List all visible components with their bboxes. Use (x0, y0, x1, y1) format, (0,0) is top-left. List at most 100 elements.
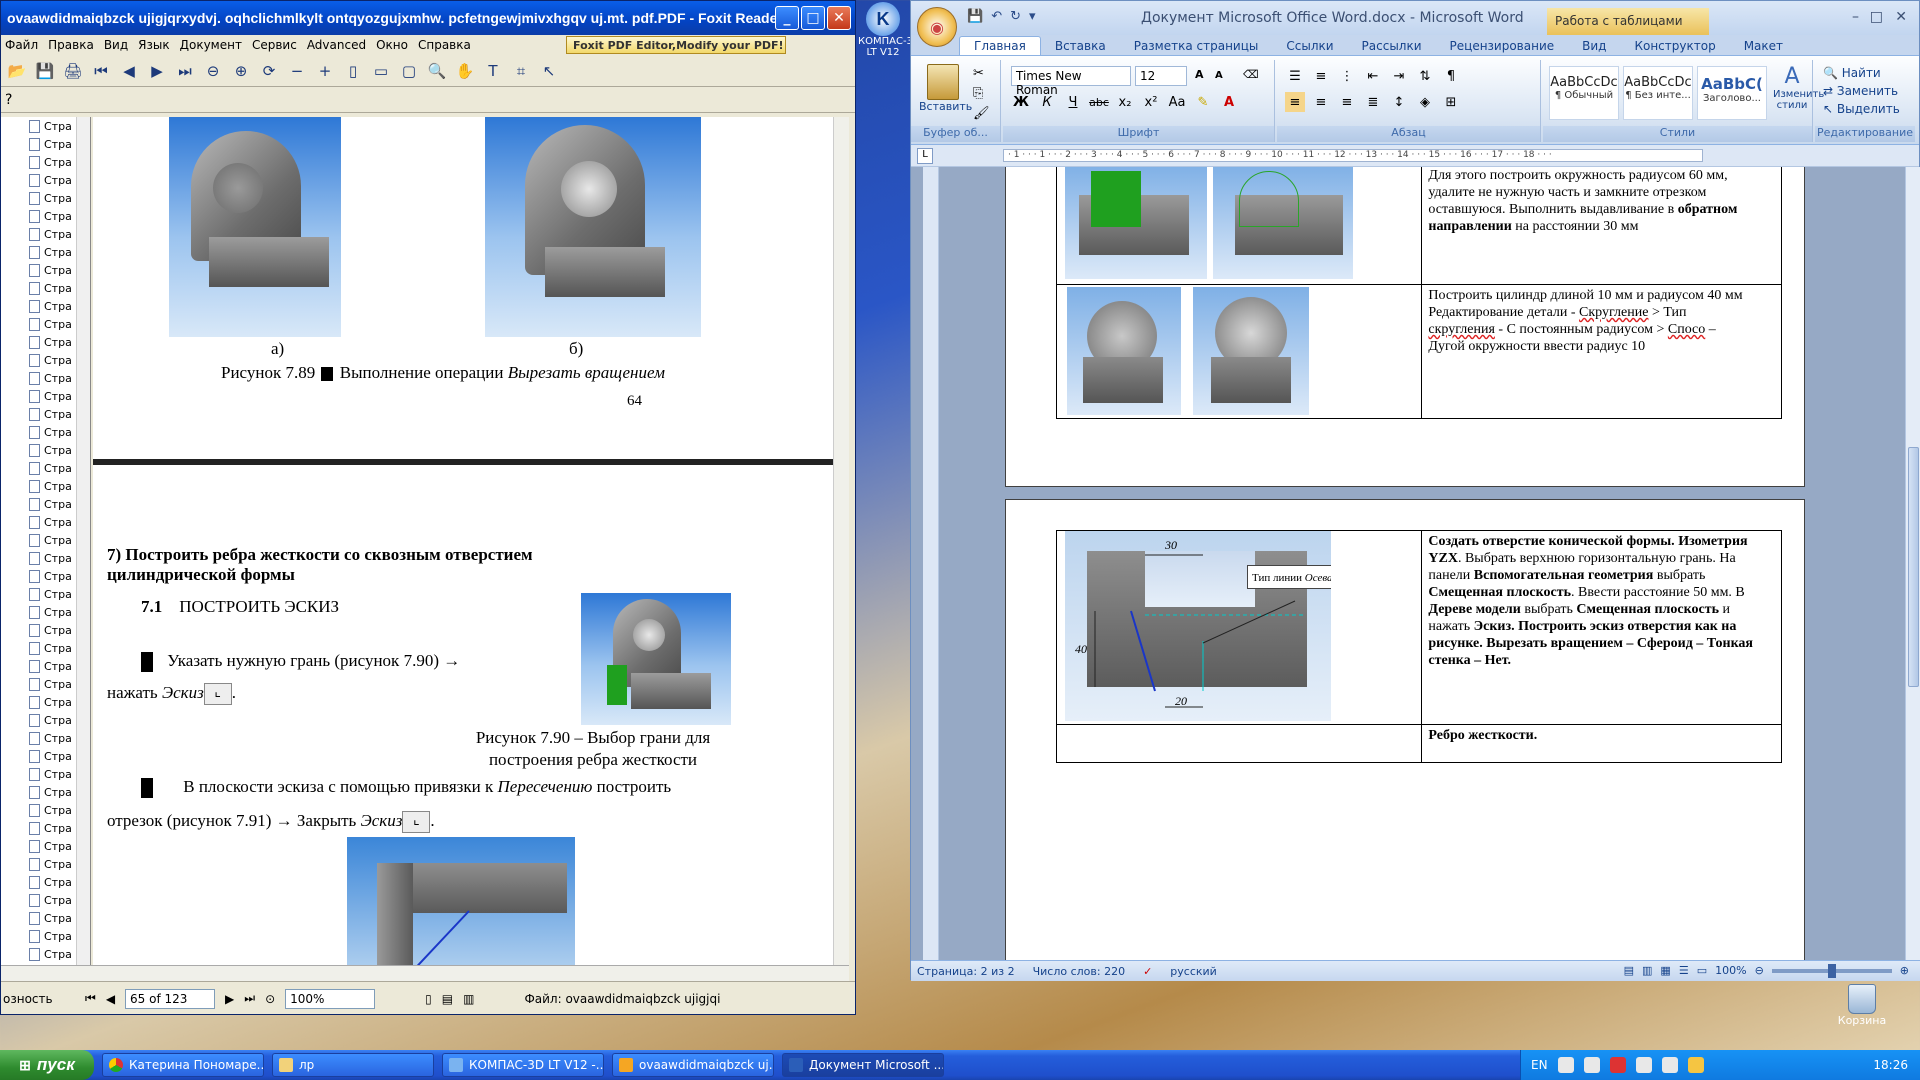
format-painter-icon[interactable]: 🖌 (973, 106, 990, 121)
tab-view[interactable]: Вид (1568, 37, 1620, 55)
help-icon[interactable]: ? (5, 92, 12, 108)
menu-window[interactable]: Окно (376, 38, 408, 52)
task-folder[interactable]: лр (272, 1053, 434, 1077)
recycle-bin-icon[interactable]: Корзина (1832, 984, 1892, 1027)
zoom-in-icon[interactable]: ⊕ (1900, 964, 1909, 977)
font-name-box[interactable]: Times New Roman (1011, 66, 1131, 97)
continuous-icon[interactable]: ▤ (442, 992, 453, 1006)
tab-design[interactable]: Конструктор (1620, 37, 1729, 55)
word-window[interactable]: ◉ 💾 ↶ ↻ ▾ Документ Microsoft Office Word… (910, 0, 1920, 981)
text-select-icon[interactable]: T (481, 59, 505, 83)
style-no-spacing[interactable]: AaBbCcDc ¶ Без инте... (1623, 66, 1693, 120)
minimize-button[interactable]: _ (775, 6, 799, 30)
menu-advanced[interactable]: Advanced (307, 38, 366, 52)
update-tray-icon[interactable] (1687, 1057, 1704, 1073)
prev-page-button[interactable]: ◀ (106, 992, 115, 1006)
foxit-title-bar[interactable]: ovaawdidmaiqbzck ujigjqrxydvj. oqhclichm… (1, 1, 855, 35)
select-icon[interactable]: ↖ (537, 59, 561, 83)
task-foxit[interactable]: ovaawdidmaiqbzck uj... (612, 1053, 774, 1077)
prev-page-icon[interactable]: ◀ (117, 59, 141, 83)
change-case-button[interactable]: Aa (1167, 92, 1187, 112)
pdf-horizontal-scrollbar[interactable] (1, 965, 849, 981)
menu-tools[interactable]: Сервис (252, 38, 297, 52)
close-button[interactable]: ✕ (827, 6, 851, 30)
hand-icon[interactable]: ✋ (453, 59, 477, 83)
strikethrough-button[interactable]: abc (1089, 92, 1109, 112)
tab-layout[interactable]: Макет (1730, 37, 1797, 55)
numbering-icon[interactable]: ≡ (1311, 66, 1331, 86)
status-page[interactable]: Страница: 2 из 2 (917, 965, 1015, 978)
office-button[interactable]: ◉ (917, 7, 957, 47)
tab-selector-icon[interactable]: L (917, 148, 933, 164)
save-icon[interactable]: 💾 (33, 59, 57, 83)
close-button[interactable]: ✕ (1895, 9, 1907, 25)
status-words[interactable]: Число слов: 220 (1033, 965, 1126, 978)
style-heading[interactable]: AaBbC( Заголово... (1697, 66, 1767, 120)
superscript-button[interactable]: x² (1141, 92, 1161, 112)
cut-icon[interactable]: ✂ (973, 66, 984, 81)
minimize-button[interactable]: – (1852, 9, 1859, 25)
first-page-icon[interactable]: ⏮ (89, 59, 113, 83)
pdf-vertical-scrollbar[interactable] (833, 117, 849, 965)
task-word[interactable]: Документ Microsoft ... (782, 1053, 944, 1077)
pdf-document-view[interactable]: а) б) Рисунок 7.89 Выполнение операции В… (93, 117, 839, 965)
open-icon[interactable]: 📂 (5, 59, 29, 83)
view-web-icon[interactable]: ▦ (1660, 964, 1670, 977)
borders-icon[interactable]: ⊞ (1441, 92, 1461, 112)
facing-icon[interactable]: ▥ (463, 992, 474, 1006)
zoom-slider[interactable] (1771, 963, 1892, 978)
multilevel-list-icon[interactable]: ⋮ (1337, 66, 1357, 86)
menu-language[interactable]: Язык (138, 38, 169, 52)
tab-home[interactable]: Главная (959, 36, 1041, 55)
page-number-input[interactable]: 65 of 123 (125, 988, 216, 1009)
bullets-icon[interactable]: ☰ (1285, 66, 1305, 86)
view-print-layout-icon[interactable]: ▤ (1624, 964, 1634, 977)
fit-width-icon[interactable]: ▭ (369, 59, 393, 83)
fit-page-icon[interactable]: ▢ (397, 59, 421, 83)
align-left-icon[interactable]: ≡ (1285, 92, 1305, 112)
single-page-icon[interactable]: ▯ (425, 992, 432, 1006)
tab-mailings[interactable]: Рассылки (1348, 37, 1436, 55)
subscript-button[interactable]: x₂ (1115, 92, 1135, 112)
menu-file[interactable]: Файл (5, 38, 38, 52)
replace-button[interactable]: ⇄ Заменить (1823, 84, 1900, 98)
redo-icon[interactable]: ↻ (1010, 9, 1021, 24)
sort-icon[interactable]: ⇅ (1415, 66, 1435, 86)
vertical-ruler[interactable] (923, 167, 939, 960)
align-right-icon[interactable]: ≡ (1337, 92, 1357, 112)
qat-menu-icon[interactable]: ▾ (1029, 9, 1036, 24)
font-color-icon[interactable]: A (1219, 92, 1239, 112)
decrease-indent-icon[interactable]: ⇤ (1363, 66, 1383, 86)
menu-view[interactable]: Вид (104, 38, 128, 52)
highlight-icon[interactable]: ✎ (1193, 92, 1213, 112)
foxit-ad-banner[interactable]: Foxit PDF Editor,Modify your PDF! (566, 36, 786, 54)
word-title-bar[interactable]: ◉ 💾 ↶ ↻ ▾ Документ Microsoft Office Word… (911, 1, 1919, 47)
forward-icon[interactable]: ⊕ (229, 59, 253, 83)
page-thumbnail-panel[interactable]: Стра Стра Стра Стра Стра Стра Стра Стра Стра Стра… (1, 117, 91, 965)
clock[interactable]: 18:26 (1873, 1058, 1908, 1072)
find-button[interactable]: 🔍 Найти (1823, 66, 1900, 80)
task-kompas[interactable]: КОМПАС-3D LT V12 -... (442, 1053, 604, 1077)
shrink-font-icon[interactable]: A (1215, 70, 1223, 81)
view-full-screen-icon[interactable]: ▥ (1642, 964, 1652, 977)
grow-font-icon[interactable]: A (1195, 68, 1204, 81)
clear-format-icon[interactable]: ⌫ (1243, 68, 1259, 81)
network-tray-icon[interactable] (1583, 1057, 1600, 1073)
start-button[interactable]: ⊞ пуск (0, 1050, 94, 1080)
print-icon[interactable]: 🖨 (61, 59, 85, 83)
paste-button[interactable]: Вставить (919, 64, 972, 113)
menu-document[interactable]: Документ (180, 38, 242, 52)
antivirus-tray-icon[interactable] (1609, 1057, 1626, 1073)
maximize-button[interactable]: □ (1870, 9, 1883, 25)
back-view-icon[interactable]: ⊙ (265, 992, 275, 1006)
menu-edit[interactable]: Правка (48, 38, 94, 52)
language-indicator[interactable]: EN (1531, 1058, 1548, 1072)
copy-icon[interactable]: ⎘ (973, 86, 983, 101)
show-marks-icon[interactable]: ¶ (1441, 66, 1461, 86)
view-outline-icon[interactable]: ☰ (1679, 964, 1689, 977)
zoom-in-icon[interactable]: + (313, 59, 337, 83)
font-size-box[interactable]: 12 (1135, 66, 1187, 86)
menu-help[interactable]: Справка (418, 38, 471, 52)
save-icon[interactable]: 💾 (967, 9, 983, 24)
rotate-icon[interactable]: ⟳ (257, 59, 281, 83)
